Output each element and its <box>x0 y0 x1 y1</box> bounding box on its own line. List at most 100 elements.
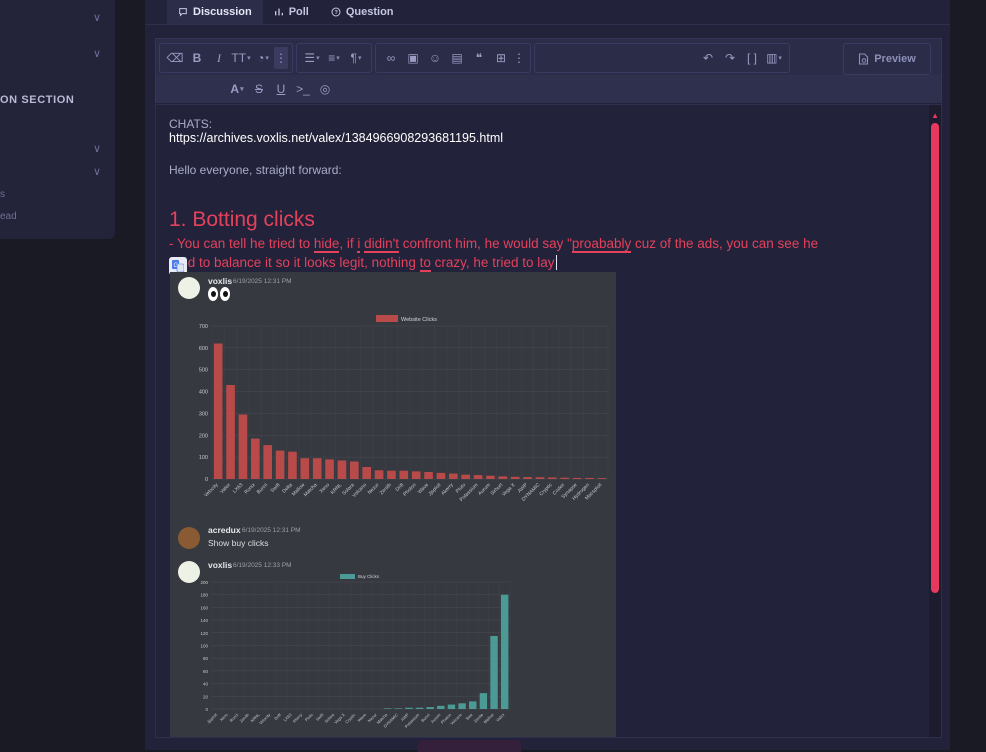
italic-icon[interactable]: I <box>208 47 230 69</box>
chats-label: CHATS: <box>169 117 213 131</box>
bar <box>469 701 477 709</box>
strikethrough-icon[interactable]: S <box>248 78 270 100</box>
y-tick-label: 0 <box>205 477 208 483</box>
legend-label: Website Clicks <box>401 317 437 323</box>
bar <box>250 438 260 479</box>
x-tick-label: Jjsploit <box>206 712 219 725</box>
x-tick-label: Bunni <box>256 482 269 495</box>
link-icon[interactable]: ∞ <box>380 47 402 69</box>
legend-swatch <box>376 315 398 322</box>
bar <box>461 474 471 479</box>
undo-icon[interactable]: ↶ <box>697 47 719 69</box>
x-tick-label: Valex <box>495 712 505 722</box>
message-timestamp: 6/19/2025 12:33 PM <box>233 562 292 569</box>
scrollbar[interactable]: ▲ <box>929 105 941 737</box>
x-tick-label: Cryptic <box>538 482 554 498</box>
chevron-down-icon[interactable]: ∨ <box>93 165 101 178</box>
x-tick-label: Wave <box>356 712 367 723</box>
scrollbar-thumb[interactable] <box>931 123 939 593</box>
chats-link[interactable]: https://archives.voxlis.net/valex/138496… <box>169 131 503 145</box>
x-tick-label: Mallow <box>482 712 494 724</box>
bar <box>213 343 223 479</box>
underline-icon[interactable]: U <box>270 78 292 100</box>
bbcode-toggle-icon[interactable]: [ ] <box>741 47 763 69</box>
scroll-up-icon[interactable]: ▲ <box>931 111 939 120</box>
history-group: ↶ ↷ [ ] ▥ <box>534 43 790 73</box>
tab-label: Poll <box>288 6 309 18</box>
y-tick-label: 160 <box>200 605 208 610</box>
save-draft-icon[interactable]: ▥ <box>763 47 785 69</box>
x-tick-label: Matcha <box>303 482 319 498</box>
buy-clicks-chart: Buy Clicks 0 20 40 60 80 100 120 140 160 180 200 Jjs… <box>200 574 511 729</box>
redo-icon[interactable]: ↷ <box>719 47 741 69</box>
y-tick-label: 400 <box>199 390 208 396</box>
y-tick-label: 100 <box>200 644 208 649</box>
website-clicks-chart: Website Clicks 0 100 200 300 400 500 600 700 Velo… <box>199 315 609 503</box>
bar <box>415 707 424 709</box>
table-icon[interactable]: ⊞ <box>490 47 512 69</box>
bar <box>498 476 508 479</box>
bar <box>383 708 392 709</box>
intro-text: Hello everyone, straight forward: <box>169 163 342 177</box>
bar <box>500 594 509 709</box>
y-tick-label: 600 <box>199 346 208 352</box>
bar <box>486 475 495 479</box>
align-icon[interactable]: ≡ <box>323 47 345 69</box>
question-circle-icon: ? <box>331 7 341 17</box>
y-tick-label: 40 <box>203 682 209 687</box>
bar <box>585 477 594 479</box>
y-tick-label: 120 <box>200 631 208 636</box>
y-tick-label: 100 <box>199 455 208 461</box>
media-icon[interactable]: ▤ <box>446 47 468 69</box>
chevron-down-icon[interactable]: ∨ <box>93 142 101 155</box>
preview-button[interactable]: Preview <box>843 43 931 75</box>
bar <box>399 470 409 479</box>
more-options-icon[interactable]: ⋮ <box>274 47 288 69</box>
toolbar-row-secondary: A S U >_ ◎ <box>156 75 941 103</box>
bar <box>510 476 520 479</box>
bar <box>226 385 235 479</box>
editor-content[interactable]: CHATS: https://archives.voxlis.net/valex… <box>155 104 942 738</box>
bar <box>547 477 557 479</box>
bar <box>238 414 248 479</box>
font-color-icon[interactable]: A <box>226 78 248 100</box>
bold-icon[interactable]: B <box>186 47 208 69</box>
x-tick-label: Nezur <box>367 482 381 496</box>
submit-button[interactable] <box>418 740 521 752</box>
legend-swatch <box>340 574 355 579</box>
tab-poll[interactable]: Poll <box>263 0 320 24</box>
bar <box>394 708 402 709</box>
chevron-down-icon[interactable]: ∨ <box>93 47 101 60</box>
code-icon[interactable]: >_ <box>292 78 314 100</box>
bar <box>597 478 607 479</box>
image-icon[interactable]: ▣ <box>402 47 424 69</box>
tab-discussion[interactable]: Discussion <box>167 0 263 24</box>
bar <box>436 472 446 479</box>
x-tick-label: Ronix <box>243 482 257 496</box>
paragraph-icon[interactable]: ¶ <box>345 47 367 69</box>
y-tick-label: 200 <box>200 580 208 585</box>
list-icon[interactable]: ☰ <box>301 47 323 69</box>
sidebar-item[interactable]: ead <box>0 211 17 222</box>
emoji-icon[interactable]: ☺ <box>424 47 446 69</box>
tab-question[interactable]: ? Question <box>320 0 405 24</box>
text-size-icon[interactable]: TT <box>230 47 252 69</box>
more-options-icon[interactable]: ⋮ <box>512 47 526 69</box>
bar <box>523 477 532 479</box>
palette-icon[interactable]: ◔ <box>252 47 274 69</box>
chevron-down-icon[interactable]: ∨ <box>93 11 101 24</box>
x-tick-label: LX63 <box>232 482 245 495</box>
quote-icon[interactable]: ❝ <box>468 47 490 69</box>
bar <box>300 458 310 479</box>
toolbar-row-main: ⌫ B I TT ◔ ⋮ ☰ ≡ ¶ ∞ ▣ ☺ ▤ ❝ ⊞ ⋮ <box>156 43 790 73</box>
bar <box>426 707 434 709</box>
eraser-icon[interactable]: ⌫ <box>164 47 186 69</box>
spoiler-icon[interactable]: ◎ <box>314 78 336 100</box>
x-tick-label: Akerry <box>440 482 455 497</box>
x-tick-label: Xeno <box>318 482 331 495</box>
sidebar-item[interactable]: s <box>0 189 5 200</box>
x-tick-label: Pluto <box>304 712 315 723</box>
bar <box>535 477 545 479</box>
bar <box>374 470 384 479</box>
body-line-1: - You can tell he tried to hide, if i di… <box>169 236 819 253</box>
